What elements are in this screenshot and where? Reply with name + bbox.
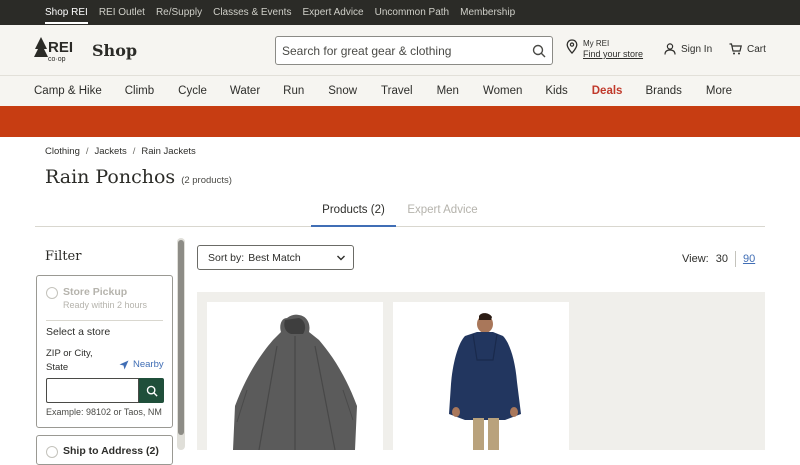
search-input[interactable] xyxy=(282,43,526,58)
store-pickup-filter: Store Pickup Ready within 2 hours Select… xyxy=(36,275,173,428)
store-pickup-radio[interactable] xyxy=(46,287,58,299)
breadcrumb-jackets[interactable]: Jackets xyxy=(95,146,127,157)
find-store-link[interactable]: Find your store xyxy=(583,49,643,59)
breadcrumb: Clothing / Jackets / Rain Jackets xyxy=(45,146,196,157)
topbar-link-classes-events[interactable]: Classes & Events xyxy=(213,7,291,18)
rei-logo[interactable]: REI co·op Shop xyxy=(34,35,137,65)
sign-in-button[interactable]: Sign In xyxy=(664,43,712,55)
sort-value: Best Match xyxy=(248,251,301,264)
view-label: View: xyxy=(682,253,709,265)
nearby-label: Nearby xyxy=(133,359,164,370)
sign-in-label: Sign In xyxy=(681,43,713,55)
nav-item-kids[interactable]: Kids xyxy=(545,85,567,97)
store-pickup-option[interactable]: Store Pickup Ready within 2 hours xyxy=(46,286,147,310)
ship-to-address-radio[interactable] xyxy=(46,446,58,458)
cart-button[interactable]: Cart xyxy=(729,43,766,55)
product-image-gray-poncho xyxy=(233,314,357,450)
nav-item-more[interactable]: More xyxy=(706,85,732,97)
breadcrumb-rain-jackets[interactable]: Rain Jackets xyxy=(141,146,195,157)
chevron-down-icon xyxy=(337,255,345,261)
nav-item-climb[interactable]: Climb xyxy=(125,85,154,97)
topbar-link-membership[interactable]: Membership xyxy=(460,7,515,18)
sort-label: Sort by: xyxy=(208,251,245,264)
cart-label: Cart xyxy=(747,43,766,55)
my-rei-store[interactable]: My REI Find your store xyxy=(566,39,643,59)
zip-input[interactable] xyxy=(46,378,139,403)
breadcrumb-separator: / xyxy=(132,146,136,157)
navigation-arrow-icon xyxy=(119,360,129,369)
site-header: REI co·op Shop My REI Find your store Si… xyxy=(0,25,800,75)
my-rei-label: My REI xyxy=(583,39,610,48)
search-icon[interactable] xyxy=(526,38,552,64)
search-icon xyxy=(146,385,158,397)
sort-dropdown[interactable]: Sort by: Best Match xyxy=(197,245,354,270)
view-count-selector: View: 30 90 xyxy=(682,251,755,267)
rei-logo-icon: REI co·op xyxy=(34,37,73,63)
svg-text:co·op: co·op xyxy=(48,56,66,63)
filter-heading: Filter xyxy=(45,249,82,264)
nav-item-run[interactable]: Run xyxy=(283,85,304,97)
product-image-navy-poncho xyxy=(449,313,521,450)
content-tabs: Products (2) Expert Advice xyxy=(35,204,765,227)
filter-scrollbar-thumb[interactable] xyxy=(178,240,184,435)
filter-scrollbar[interactable] xyxy=(177,238,185,450)
page-title-row: Rain Ponchos (2 products) xyxy=(45,166,232,188)
location-pin-icon xyxy=(566,39,578,54)
product-card[interactable] xyxy=(393,302,569,450)
nav-item-cycle[interactable]: Cycle xyxy=(178,85,207,97)
product-count: (2 products) xyxy=(181,175,232,186)
tab-expert-advice[interactable]: Expert Advice xyxy=(405,204,480,227)
zip-example-text: Example: 98102 or Taos, NM xyxy=(46,407,162,417)
ship-to-address-label: Ship to Address (2) xyxy=(63,445,159,457)
utility-bar: Shop REI REI Outlet Re/Supply Classes & … xyxy=(0,0,800,25)
shop-label: Shop xyxy=(92,40,138,60)
nav-item-brands[interactable]: Brands xyxy=(645,85,681,97)
nav-item-water[interactable]: Water xyxy=(230,85,260,97)
breadcrumb-separator: / xyxy=(85,146,89,157)
search-bar xyxy=(275,36,553,65)
nav-item-snow[interactable]: Snow xyxy=(328,85,357,97)
topbar-link-expert-advice[interactable]: Expert Advice xyxy=(302,7,363,18)
nav-item-men[interactable]: Men xyxy=(437,85,459,97)
zip-label: ZIP or City, State xyxy=(46,348,93,373)
breadcrumb-clothing[interactable]: Clothing xyxy=(45,146,80,157)
topbar-link-uncommon-path[interactable]: Uncommon Path xyxy=(375,7,449,18)
topbar-link-shop-rei[interactable]: Shop REI xyxy=(45,7,88,24)
divider xyxy=(734,251,736,267)
cart-icon xyxy=(729,43,742,55)
divider xyxy=(46,320,163,321)
product-card[interactable] xyxy=(207,302,383,450)
topbar-link-rei-outlet[interactable]: REI Outlet xyxy=(99,7,145,18)
nearby-button[interactable]: Nearby xyxy=(119,359,164,370)
nav-item-travel[interactable]: Travel xyxy=(381,85,413,97)
select-store-label: Select a store xyxy=(46,326,111,338)
svg-text:REI: REI xyxy=(48,39,73,56)
topbar-link-resupply[interactable]: Re/Supply xyxy=(156,7,202,18)
view-option-90[interactable]: 90 xyxy=(743,253,755,265)
store-pickup-label: Store Pickup xyxy=(63,286,128,298)
view-option-30[interactable]: 30 xyxy=(716,253,728,265)
promo-banner[interactable] xyxy=(0,106,800,137)
zip-search-button[interactable] xyxy=(139,378,164,403)
page-title: Rain Ponchos xyxy=(45,166,176,188)
tab-products[interactable]: Products (2) xyxy=(311,204,396,227)
user-icon xyxy=(664,43,676,55)
nav-item-deals[interactable]: Deals xyxy=(592,85,623,97)
ship-to-address-option[interactable]: Ship to Address (2) xyxy=(46,445,159,458)
ship-to-address-filter: Ship to Address (2) xyxy=(36,435,173,465)
nav-item-camp-hike[interactable]: Camp & Hike xyxy=(34,85,102,97)
nav-item-women[interactable]: Women xyxy=(483,85,522,97)
store-pickup-subtext: Ready within 2 hours xyxy=(63,300,148,310)
category-nav: Camp & Hike Climb Cycle Water Run Snow T… xyxy=(0,75,800,106)
